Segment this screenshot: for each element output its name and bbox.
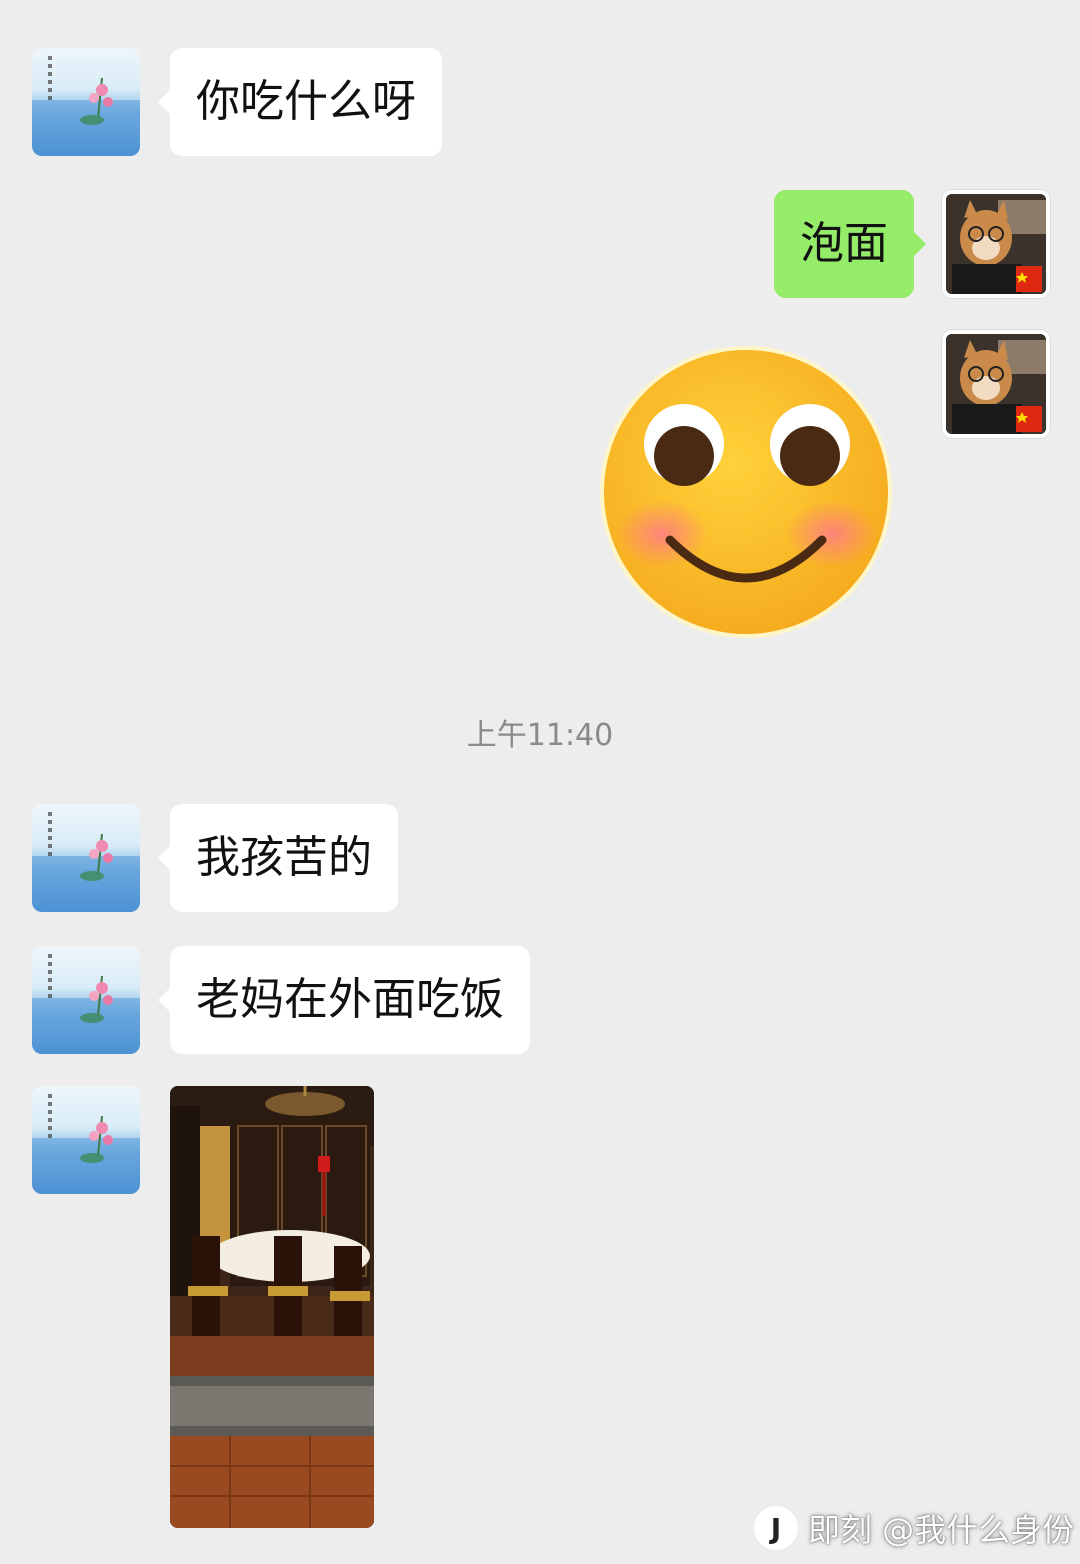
jike-logo-icon: J [754, 1506, 798, 1550]
lotus-painting-icon [32, 812, 140, 912]
sticker-message[interactable] [598, 344, 894, 640]
message-bubble-outgoing[interactable]: 泡面 [774, 190, 926, 298]
message-bubble-incoming[interactable]: 我孩苦的 [158, 804, 398, 912]
contact-avatar[interactable] [32, 804, 140, 912]
contact-avatar[interactable] [32, 1086, 140, 1194]
smiling-blush-emoji-icon [600, 346, 892, 638]
message-text: 老妈在外面吃饭 [196, 974, 504, 1025]
restaurant-photo-icon [170, 1086, 374, 1528]
contact-avatar[interactable] [32, 946, 140, 1054]
shiba-dog-icon [946, 334, 1046, 434]
self-avatar[interactable] [942, 330, 1050, 438]
message-text: 我孩苦的 [196, 832, 372, 883]
lotus-painting-icon [32, 1094, 140, 1194]
timestamp: 上午11:40 [466, 718, 614, 753]
self-avatar[interactable] [942, 190, 1050, 298]
message-text: 泡面 [800, 218, 888, 269]
contact-avatar[interactable] [32, 48, 140, 156]
shiba-dog-icon [946, 194, 1046, 294]
message-text: 你吃什么呀 [196, 76, 416, 127]
message-bubble-incoming[interactable]: 老妈在外面吃饭 [158, 946, 530, 1054]
photo-message[interactable] [170, 1086, 374, 1528]
watermark: J 即刻 @我什么身份 [754, 1504, 1074, 1552]
watermark-text: 即刻 @我什么身份 [808, 1511, 1075, 1549]
message-bubble-incoming[interactable]: 你吃什么呀 [158, 48, 442, 156]
lotus-painting-icon [32, 56, 140, 156]
lotus-painting-icon [32, 954, 140, 1054]
